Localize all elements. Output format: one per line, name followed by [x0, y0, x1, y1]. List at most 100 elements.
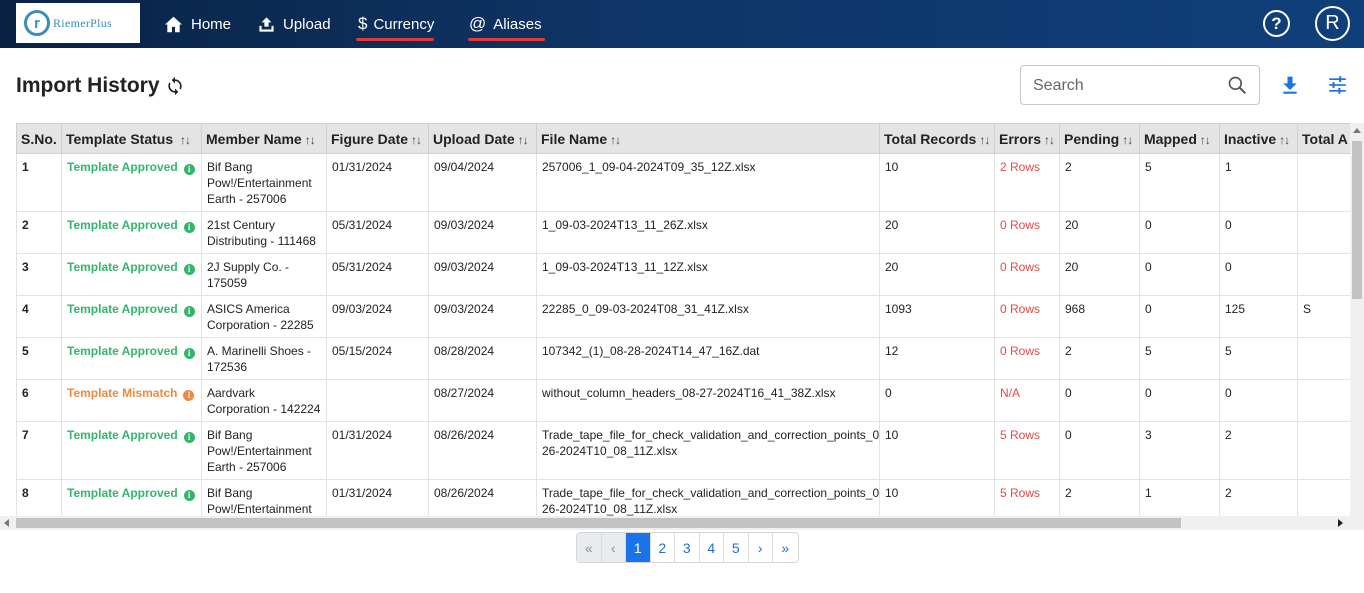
search-icon[interactable]	[1227, 75, 1247, 100]
info-icon[interactable]: i	[183, 264, 195, 275]
col-header-template-status[interactable]: Template Status ↑↓	[61, 123, 202, 154]
cell-member-name-text: Bif Bang Pow!/Entertainment Earth - 2570…	[207, 428, 312, 474]
col-header-total-records[interactable]: Total Records ↑↓	[879, 123, 995, 154]
cell-upload-date: 08/28/2024	[428, 337, 537, 380]
cell-errors-text[interactable]: N/A	[1000, 386, 1020, 400]
first-page-button[interactable]: «	[577, 533, 602, 562]
user-avatar[interactable]: R	[1315, 6, 1350, 41]
table-row[interactable]: 3 Template Approved i 2J Supply Co. - 17505…	[16, 253, 1350, 296]
cell-total-a	[1297, 379, 1350, 422]
cell-member-name-text: Bif Bang Pow!/Entertainment Earth - 2570…	[207, 160, 312, 206]
template-status-label: Template Approved	[67, 428, 178, 442]
cell-member-name: Bif Bang Pow!/Entertainment Earth - 2570…	[201, 479, 327, 516]
cell-file-name: 107342_(1)_08-28-2024T14_47_16Z.dat	[536, 337, 880, 380]
col-header-upload-date[interactable]: Upload Date ↑↓	[428, 123, 537, 154]
page-4-button[interactable]: 4	[699, 533, 724, 562]
sort-icon[interactable]: ↑↓	[1279, 133, 1290, 147]
vertical-scroll-thumb[interactable]	[1352, 141, 1362, 299]
cell-errors-text[interactable]: 5 Rows	[1000, 486, 1040, 500]
table-row[interactable]: 1 Template Approved i Bif Bang Pow!/Enterta…	[16, 153, 1350, 212]
sort-icon[interactable]: ↑↓	[1044, 133, 1055, 147]
download-icon[interactable]	[1280, 75, 1300, 100]
table-body: 1 Template Approved i Bif Bang Pow!/Enterta…	[16, 153, 1350, 516]
col-header-errors[interactable]: Errors ↑↓	[994, 123, 1060, 154]
sort-icon[interactable]: ↑↓	[180, 133, 191, 147]
column-settings-icon[interactable]	[1327, 75, 1348, 100]
col-header-member-name[interactable]: Member Name ↑↓	[201, 123, 327, 154]
cell-mapped-text: 5	[1145, 160, 1152, 174]
cell-figure-date-text: 01/31/2024	[332, 486, 393, 500]
table-row[interactable]: 4 Template Approved i ASICS America Corpora…	[16, 295, 1350, 338]
next-page-button[interactable]: ›	[748, 533, 773, 562]
sort-icon[interactable]: ↑↓	[610, 133, 621, 147]
table-row[interactable]: 2 Template Approved i 21st Century Distribu…	[16, 211, 1350, 254]
scrollbar-corner	[1350, 516, 1364, 530]
info-icon[interactable]: i	[183, 432, 195, 443]
col-header-sno[interactable]: S.No.	[16, 123, 62, 154]
page-3-button[interactable]: 3	[675, 533, 700, 562]
col-header-total-a[interactable]: Total A	[1297, 123, 1350, 154]
sort-icon[interactable]: ↑↓	[1122, 133, 1133, 147]
cell-inactive-text: 2	[1225, 428, 1232, 442]
last-page-button[interactable]: »	[773, 533, 798, 562]
cell-errors-text[interactable]: 0 Rows	[1000, 218, 1040, 232]
col-header-pending[interactable]: Pending ↑↓	[1059, 123, 1140, 154]
col-header-mapped[interactable]: Mapped ↑↓	[1139, 123, 1220, 154]
cell-pending: 0	[1059, 421, 1140, 480]
nav-aliases[interactable]: @ Aliases	[468, 0, 545, 48]
horizontal-scroll-thumb[interactable]	[16, 518, 1181, 528]
sort-icon[interactable]: ↑↓	[305, 133, 316, 147]
cell-member-name: Aardvark Corporation - 142224	[201, 379, 327, 422]
sort-icon[interactable]: ↑↓	[411, 133, 422, 147]
horizontal-scrollbar[interactable]	[0, 516, 1350, 530]
cell-errors-text[interactable]: 5 Rows	[1000, 428, 1040, 442]
help-icon[interactable]: ?	[1263, 10, 1290, 37]
refresh-icon[interactable]	[165, 76, 185, 101]
info-icon[interactable]: i	[183, 222, 195, 233]
sort-icon[interactable]: ↑↓	[1200, 133, 1211, 147]
cell-pending: 968	[1059, 295, 1140, 338]
cell-mapped-text: 0	[1145, 218, 1152, 232]
vertical-scrollbar[interactable]	[1350, 123, 1364, 516]
cell-errors-text[interactable]: 0 Rows	[1000, 260, 1040, 274]
cell-errors-text[interactable]: 2 Rows	[1000, 160, 1040, 174]
cell-upload-date: 08/26/2024	[428, 421, 537, 480]
table-row[interactable]: 8 Template Approved i Bif Bang Pow!/Enterta…	[16, 479, 1350, 516]
col-header-file-name[interactable]: File Name ↑↓	[536, 123, 880, 154]
cell-figure-date-text: 01/31/2024	[332, 428, 393, 442]
nav-home[interactable]: Home	[164, 0, 231, 48]
col-header-inactive[interactable]: Inactive ↑↓	[1219, 123, 1298, 154]
page-2-button[interactable]: 2	[650, 533, 675, 562]
info-icon[interactable]: i	[183, 164, 195, 175]
scroll-left-arrow-icon[interactable]	[4, 519, 9, 527]
cell-total-a	[1297, 211, 1350, 254]
info-icon[interactable]: i	[183, 390, 195, 401]
sort-icon[interactable]: ↑↓	[518, 133, 529, 147]
info-icon[interactable]: i	[183, 348, 195, 359]
cell-errors-text[interactable]: 0 Rows	[1000, 344, 1040, 358]
col-header-figure-date[interactable]: Figure Date ↑↓	[326, 123, 429, 154]
nav-currency[interactable]: $ Currency	[356, 0, 435, 48]
cell-errors-text[interactable]: 0 Rows	[1000, 302, 1040, 316]
cell-template-status: Template Approved i	[61, 295, 202, 338]
cell-file-name-text: 1_09-03-2024T13_11_26Z.xlsx	[542, 218, 708, 232]
riemerplus-logo[interactable]: r RiemerPlus	[16, 3, 140, 43]
info-icon[interactable]: i	[183, 490, 195, 501]
table-row[interactable]: 6 Template Mismatch i Aardvark Corporation …	[16, 379, 1350, 422]
info-icon[interactable]: i	[183, 306, 195, 317]
table-row[interactable]: 5 Template Approved i A. Marinelli Shoes - …	[16, 337, 1350, 380]
cell-template-status: Template Mismatch i	[61, 379, 202, 422]
sort-icon[interactable]: ↑↓	[979, 133, 990, 147]
cell-mapped: 1	[1139, 479, 1220, 516]
page-5-button[interactable]: 5	[724, 533, 749, 562]
scroll-right-arrow-icon[interactable]	[1338, 519, 1343, 527]
nav-upload[interactable]: Upload	[258, 0, 331, 48]
scroll-up-arrow-icon[interactable]	[1353, 128, 1361, 133]
prev-page-button[interactable]: ‹	[601, 533, 626, 562]
page-1-button[interactable]: 1	[626, 533, 651, 562]
active-underline	[468, 38, 545, 41]
search-input[interactable]	[1033, 75, 1223, 97]
table-row[interactable]: 7 Template Approved i Bif Bang Pow!/Enterta…	[16, 421, 1350, 480]
cell-file-name-text: without_column_headers_08-27-2024T16_41_…	[542, 386, 836, 400]
cell-total-records-text: 10	[885, 486, 899, 500]
